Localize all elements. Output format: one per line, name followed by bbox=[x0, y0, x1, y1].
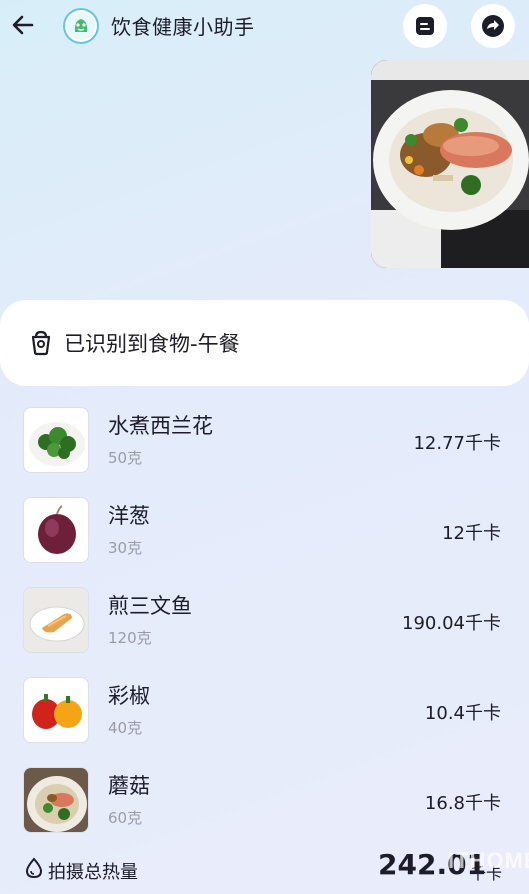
food-item[interactable]: 彩椒 40克 10.4千卡 bbox=[23, 677, 509, 743]
share-arrow-icon bbox=[482, 15, 504, 37]
food-weight: 120克 bbox=[108, 629, 152, 647]
food-bowl-icon bbox=[31, 330, 51, 356]
food-name: 彩椒 bbox=[108, 684, 150, 708]
food-calories: 12千卡 bbox=[442, 523, 501, 544]
food-thumbnail bbox=[23, 587, 89, 653]
food-calories: 10.4千卡 bbox=[424, 703, 501, 724]
top-bar: 饮食健康小助手 bbox=[0, 0, 529, 56]
food-thumbnail bbox=[23, 677, 89, 743]
food-item[interactable]: 洋葱 30克 12千卡 bbox=[23, 497, 509, 563]
food-weight: 30克 bbox=[108, 539, 143, 557]
food-weight: 40克 bbox=[108, 719, 143, 737]
food-thumbnail bbox=[23, 497, 89, 563]
food-calories: 12.77千卡 bbox=[413, 433, 501, 454]
recognized-header: 已识别到食物-午餐 bbox=[0, 300, 529, 386]
food-name: 煎三文鱼 bbox=[108, 594, 192, 618]
food-item[interactable]: 蘑菇 60克 16.8千卡 bbox=[23, 767, 509, 833]
food-calories: 16.8千卡 bbox=[424, 793, 501, 814]
document-icon bbox=[416, 17, 434, 35]
food-name: 蘑菇 bbox=[108, 774, 150, 798]
total-label: 拍摄总热量 bbox=[48, 862, 138, 883]
food-thumbnail bbox=[23, 407, 89, 473]
page-title: 饮食健康小助手 bbox=[111, 15, 255, 39]
watermark: ITHOME bbox=[448, 848, 529, 873]
food-weight: 60克 bbox=[108, 809, 143, 827]
food-item[interactable]: 煎三文鱼 120克 190.04千卡 bbox=[23, 587, 509, 653]
recognized-title: 已识别到食物-午餐 bbox=[64, 332, 240, 356]
share-button[interactable] bbox=[471, 4, 515, 48]
back-button[interactable] bbox=[8, 10, 38, 40]
food-weight: 50克 bbox=[108, 449, 143, 467]
meal-photo[interactable] bbox=[371, 60, 529, 268]
food-name: 水煮西兰花 bbox=[108, 414, 213, 438]
assistant-avatar bbox=[63, 8, 99, 44]
food-item[interactable]: 水煮西兰花 50克 12.77千卡 bbox=[23, 407, 509, 473]
document-button[interactable] bbox=[403, 4, 447, 48]
flame-drop-icon bbox=[25, 857, 43, 879]
food-calories: 190.04千卡 bbox=[402, 613, 501, 634]
food-name: 洋葱 bbox=[108, 504, 150, 528]
arrow-left-icon bbox=[12, 15, 34, 35]
food-thumbnail bbox=[23, 767, 89, 833]
